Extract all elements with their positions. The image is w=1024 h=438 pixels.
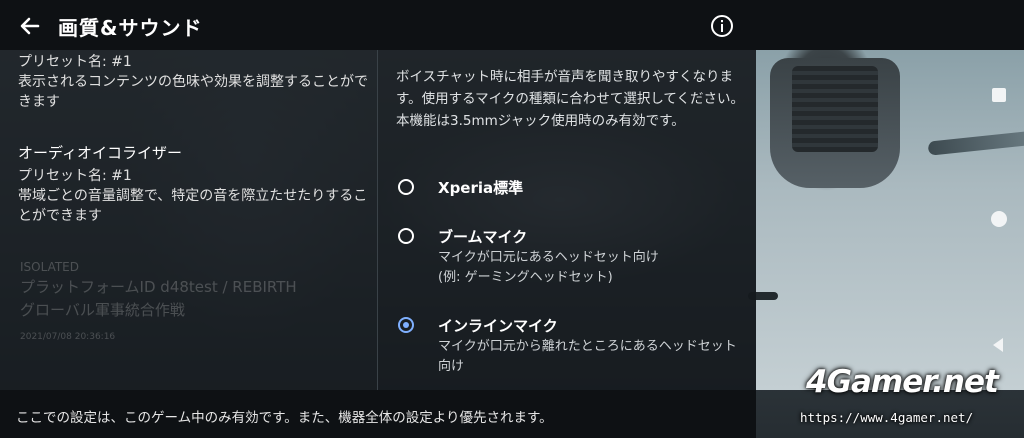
radio-option-label: インラインマイク bbox=[438, 317, 558, 335]
watermark-line: 2021/07/08 20:36:16 bbox=[20, 332, 116, 342]
setting-preset-label: プリセット名: #1 bbox=[18, 168, 132, 184]
radio-button[interactable] bbox=[398, 179, 414, 195]
site-logo: 4Gamer.net https://www.4gamer.net/ bbox=[800, 364, 1020, 434]
game-machine-graphic bbox=[770, 58, 900, 188]
watermark-line: グローバル軍事統合作戦 bbox=[20, 301, 185, 319]
radio-option-label: ブームマイク bbox=[438, 228, 528, 246]
info-circle-icon bbox=[711, 15, 733, 37]
setting-preset-label: プリセット名: #1 bbox=[18, 54, 132, 70]
info-button[interactable] bbox=[710, 14, 734, 38]
logo-url: https://www.4gamer.net/ bbox=[800, 410, 974, 425]
radio-option-description: マイクが口元にあるヘッドセット向け (例: ゲーミングヘッドセット) bbox=[438, 250, 659, 285]
header-bar: 画質&サウンド bbox=[0, 0, 756, 50]
header-extension bbox=[756, 0, 1024, 50]
watermark-line: ISOLATED bbox=[20, 260, 79, 274]
radio-button[interactable] bbox=[398, 228, 414, 244]
setting-name: オーディオイコライザー bbox=[18, 144, 182, 162]
voice-mic-panel: ボイスチャット時に相手が音声を聞き取りやすくなります。使用するマイクの種類に合わ… bbox=[378, 50, 756, 390]
nav-back-button[interactable] bbox=[988, 334, 1010, 356]
logo-text: 4Gamer.net bbox=[806, 364, 999, 400]
game-scene bbox=[756, 48, 1024, 390]
setting-item-display[interactable]: プリセット名: #1 表示されるコンテンツの色味や効果を調整することができます bbox=[18, 52, 368, 112]
radio-option-label: Xperia標準 bbox=[438, 179, 524, 197]
recents-button[interactable] bbox=[988, 84, 1010, 106]
footer-bar: ここでの設定は、このゲーム中のみ有効です。また、機器全体の設定より優先されます。 bbox=[0, 390, 756, 438]
triangle-back-icon bbox=[993, 338, 1003, 352]
setting-item-audio-equalizer[interactable]: オーディオイコライザー プリセット名: #1 帯域ごとの音量調整で、特定の音を際… bbox=[18, 142, 368, 226]
game-blade-graphic bbox=[927, 130, 1024, 156]
setting-description: 帯域ごとの音量調整で、特定の音を際立たせたりすることができます bbox=[18, 188, 368, 224]
setting-description: 表示されるコンテンツの色味や効果を調整することができます bbox=[18, 74, 368, 110]
radio-option-description: マイクが口元から離れたところにあるヘッドセット向け bbox=[438, 339, 737, 374]
home-button[interactable] bbox=[988, 208, 1010, 230]
radio-button-selected[interactable] bbox=[398, 317, 414, 333]
arrow-left-icon bbox=[20, 17, 40, 35]
page-title: 画質&サウンド bbox=[58, 16, 203, 40]
watermark-line: プラットフォームID d48test / REBIRTH bbox=[20, 278, 297, 296]
footer-note: ここでの設定は、このゲーム中のみ有効です。また、機器全体の設定より優先されます。 bbox=[16, 410, 553, 426]
back-button[interactable] bbox=[17, 13, 43, 39]
voice-mic-description: ボイスチャット時に相手が音声を聞き取りやすくなります。使用するマイクの種類に合わ… bbox=[396, 69, 745, 129]
game-watermark: ISOLATED プラットフォームID d48test / REBIRTH グロ… bbox=[20, 260, 297, 342]
